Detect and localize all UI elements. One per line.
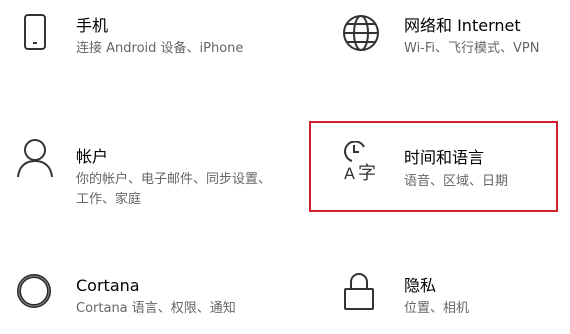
tile-description: 你的帐户、电子邮件、同步设置、工作、家庭	[76, 172, 272, 207]
settings-tile-network[interactable]: 网络和 Internet Wi-Fi、飞行模式、VPN	[290, 0, 570, 80]
tile-description: 语音、区域、日期	[404, 174, 509, 189]
settings-tile-account[interactable]: 帐户 你的帐户、电子邮件、同步设置、工作、家庭	[0, 120, 290, 220]
tile-title: 时间和语言	[404, 148, 485, 167]
tile-description: 位置、相机	[404, 301, 470, 316]
lock-icon	[342, 271, 376, 315]
svg-text:A: A	[344, 164, 355, 183]
tile-title: 隐私	[404, 276, 437, 295]
settings-tile-phone[interactable]: 手机 连接 Android 设备、iPhone	[0, 0, 290, 80]
svg-text:字: 字	[358, 163, 376, 184]
phone-icon	[20, 14, 50, 54]
tile-description: 连接 Android 设备、iPhone	[76, 41, 244, 56]
tile-title: 帐户	[76, 147, 109, 166]
tile-title: 手机	[76, 16, 109, 35]
settings-tile-cortana[interactable]: Cortana Cortana 语言、权限、通知	[0, 255, 290, 334]
globe-icon	[342, 14, 380, 56]
tile-title: Cortana	[76, 276, 140, 295]
cortana-ring-icon	[16, 273, 52, 313]
settings-tile-privacy[interactable]: 隐私 位置、相机	[290, 255, 570, 334]
settings-tile-time-language[interactable]: A 字 时间和语言 语音、区域、日期	[309, 121, 558, 212]
tile-title: 网络和 Internet	[404, 16, 521, 35]
time-language-icon: A 字	[342, 140, 386, 189]
tile-description: Cortana 语言、权限、通知	[76, 301, 236, 316]
tile-description: Wi-Fi、飞行模式、VPN	[404, 41, 540, 56]
person-icon	[16, 138, 54, 182]
